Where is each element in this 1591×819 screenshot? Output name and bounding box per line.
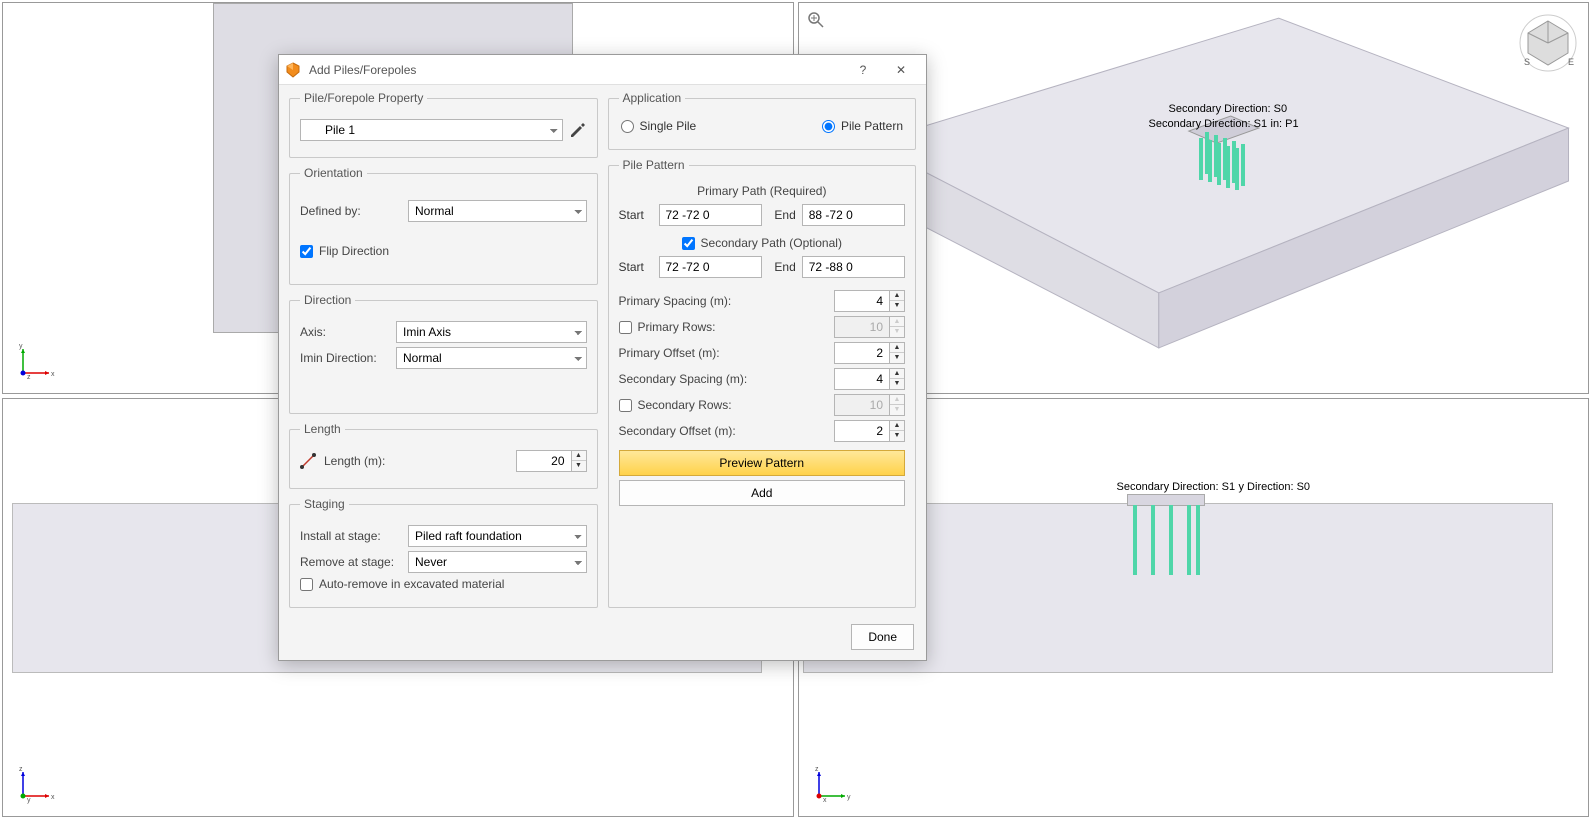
edit-icon[interactable] xyxy=(569,121,587,139)
secondary-spacing-input[interactable] xyxy=(834,368,890,390)
primary-spacing-label: Primary Spacing (m): xyxy=(619,294,767,308)
svg-text:z: z xyxy=(19,766,23,773)
primary-end-label: End xyxy=(768,208,796,222)
primary-rows-spinner: ▲▼ xyxy=(890,316,905,338)
secondary-spacing-label: Secondary Spacing (m): xyxy=(619,372,767,386)
direction-label: in: P1 xyxy=(1271,118,1299,130)
axis-gizmo-xy: x y z xyxy=(15,341,55,381)
secondary-offset-input[interactable] xyxy=(834,420,890,442)
auto-remove-checkbox[interactable] xyxy=(300,578,313,591)
orientation-group: Orientation Defined by: Normal Flip Dire… xyxy=(289,166,598,285)
secondary-end-label: End xyxy=(768,260,796,274)
done-button[interactable]: Done xyxy=(851,624,914,650)
group-legend: Pile Pattern xyxy=(619,158,689,172)
direction-label: Secondary Direction: S1 xyxy=(1117,481,1236,493)
primary-start-label: Start xyxy=(619,208,653,222)
single-pile-label: Single Pile xyxy=(640,119,697,133)
secondary-rows-label: Secondary Rows: xyxy=(638,398,732,412)
primary-offset-input[interactable] xyxy=(834,342,890,364)
secondary-rows-input xyxy=(834,394,890,416)
pile-property-select[interactable]: Pile 1 xyxy=(300,119,563,141)
svg-text:y: y xyxy=(27,797,31,804)
group-legend: Pile/Forepole Property xyxy=(300,91,427,105)
remove-stage-label: Remove at stage: xyxy=(300,555,400,569)
length-spinner[interactable]: ▲▼ xyxy=(572,450,587,472)
primary-end-input[interactable] xyxy=(802,204,905,226)
svg-text:S: S xyxy=(1524,57,1530,67)
secondary-path-heading: Secondary Path (Optional) xyxy=(701,236,842,250)
axis-gizmo-xz: x z y xyxy=(15,764,55,804)
flip-direction-label: Flip Direction xyxy=(319,244,389,258)
group-legend: Staging xyxy=(300,497,349,511)
install-stage-select[interactable]: Piled raft foundation xyxy=(408,525,587,547)
primary-start-input[interactable] xyxy=(659,204,762,226)
defined-by-select[interactable]: Normal xyxy=(408,200,587,222)
group-legend: Application xyxy=(619,91,686,105)
direction-label: Secondary Direction: S0 xyxy=(1169,103,1288,115)
flip-direction-checkbox[interactable] xyxy=(300,245,313,258)
secondary-path-checkbox[interactable] xyxy=(682,237,695,250)
defined-by-label: Defined by: xyxy=(300,204,400,218)
pile-pattern-group: Pile Pattern Primary Path (Required) Sta… xyxy=(608,158,917,608)
group-legend: Direction xyxy=(300,293,355,307)
length-label: Length (m): xyxy=(324,454,385,468)
svg-text:x: x xyxy=(51,794,55,801)
svg-text:z: z xyxy=(815,766,819,773)
preview-pattern-button[interactable]: Preview Pattern xyxy=(619,450,906,476)
length-input[interactable] xyxy=(516,450,572,472)
pile-pattern-label: Pile Pattern xyxy=(841,119,903,133)
staging-group: Staging Install at stage: Piled raft fou… xyxy=(289,497,598,608)
add-piles-dialog: Add Piles/Forepoles ? ✕ Pile/Forepole Pr… xyxy=(278,54,927,661)
primary-rows-input xyxy=(834,316,890,338)
primary-rows-label: Primary Rows: xyxy=(638,320,716,334)
secondary-offset-label: Secondary Offset (m): xyxy=(619,424,767,438)
direction-label: Secondary Direction: S1 xyxy=(1149,118,1268,130)
dialog-title: Add Piles/Forepoles xyxy=(309,63,844,77)
install-stage-label: Install at stage: xyxy=(300,529,400,543)
secondary-rows-spinner: ▲▼ xyxy=(890,394,905,416)
primary-path-heading: Primary Path (Required) xyxy=(619,184,906,198)
axis-label: Axis: xyxy=(300,325,388,339)
group-legend: Length xyxy=(300,422,345,436)
app-icon xyxy=(285,62,301,78)
svg-text:x: x xyxy=(51,371,55,378)
length-group: Length Length (m): ▲▼ xyxy=(289,422,598,489)
secondary-offset-spinner[interactable]: ▲▼ xyxy=(890,420,905,442)
help-button[interactable]: ? xyxy=(844,56,882,84)
close-button[interactable]: ✕ xyxy=(882,56,920,84)
application-group: Application Single Pile Pile Pattern xyxy=(608,91,917,150)
pile-property-group: Pile/Forepole Property Pile 1 xyxy=(289,91,598,158)
axis-select[interactable]: Imin Axis xyxy=(396,321,587,343)
length-icon xyxy=(300,453,316,469)
imin-direction-label: Imin Direction: xyxy=(300,351,388,365)
group-legend: Orientation xyxy=(300,166,367,180)
axis-gizmo-yz: y z x xyxy=(811,764,851,804)
imin-direction-select[interactable]: Normal xyxy=(396,347,587,369)
svg-text:y: y xyxy=(847,794,851,801)
primary-rows-checkbox[interactable] xyxy=(619,321,632,334)
direction-label: y Direction: S0 xyxy=(1239,481,1311,493)
svg-text:E: E xyxy=(1568,57,1574,67)
primary-offset-spinner[interactable]: ▲▼ xyxy=(890,342,905,364)
add-button[interactable]: Add xyxy=(619,480,906,506)
svg-text:x: x xyxy=(823,797,827,804)
secondary-end-input[interactable] xyxy=(802,256,905,278)
primary-spacing-input[interactable] xyxy=(834,290,890,312)
auto-remove-label: Auto-remove in excavated material xyxy=(319,577,504,591)
secondary-start-label: Start xyxy=(619,260,653,274)
navigation-cube[interactable]: S E xyxy=(1518,13,1578,73)
remove-stage-select[interactable]: Never xyxy=(408,551,587,573)
secondary-spacing-spinner[interactable]: ▲▼ xyxy=(890,368,905,390)
dialog-titlebar[interactable]: Add Piles/Forepoles ? ✕ xyxy=(279,55,926,85)
svg-text:z: z xyxy=(27,374,31,381)
primary-offset-label: Primary Offset (m): xyxy=(619,346,767,360)
svg-text:y: y xyxy=(19,343,23,350)
secondary-start-input[interactable] xyxy=(659,256,762,278)
single-pile-radio[interactable] xyxy=(621,120,634,133)
direction-group: Direction Axis: Imin Axis Imin Direction… xyxy=(289,293,598,414)
primary-spacing-spinner[interactable]: ▲▼ xyxy=(890,290,905,312)
pile-pattern-radio[interactable] xyxy=(822,120,835,133)
secondary-rows-checkbox[interactable] xyxy=(619,399,632,412)
